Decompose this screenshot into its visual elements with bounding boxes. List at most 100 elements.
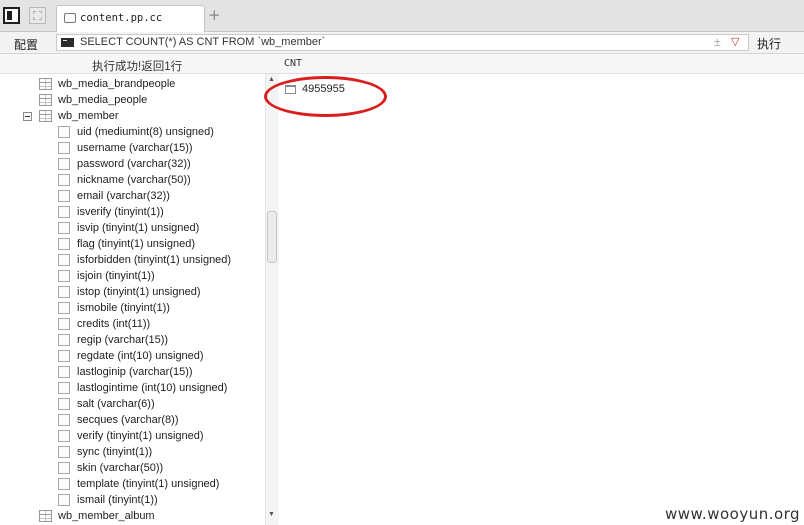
chevron-down-icon[interactable]: ▽ bbox=[731, 35, 739, 48]
highlight-ellipse bbox=[264, 76, 387, 117]
scroll-thumb[interactable] bbox=[267, 211, 277, 263]
tree-column-item[interactable]: uid (mediumint(8) unsigned) bbox=[0, 124, 265, 140]
status-row: 执行成功!返回1行 CNT bbox=[0, 54, 804, 74]
column-label: isjoin (tinyint(1)) bbox=[77, 270, 155, 282]
table-label: wb_media_people bbox=[58, 94, 148, 106]
table-label: wb_media_brandpeople bbox=[58, 78, 176, 90]
tree-column-item[interactable]: password (varchar(32)) bbox=[0, 156, 265, 172]
column-icon bbox=[58, 206, 70, 218]
column-label: flag (tinyint(1) unsigned) bbox=[77, 238, 196, 250]
tree-column-item[interactable]: isverify (tinyint(1)) bbox=[0, 204, 265, 220]
query-text[interactable]: SELECT COUNT(*) AS CNT FROM `wb_member` bbox=[80, 36, 325, 48]
tree-table-item[interactable]: wb_member_album bbox=[0, 508, 265, 524]
column-icon bbox=[58, 318, 70, 330]
collapse-icon[interactable] bbox=[23, 112, 32, 121]
column-icon bbox=[58, 430, 70, 442]
column-icon bbox=[58, 126, 70, 138]
pin-icon[interactable]: ± bbox=[714, 35, 721, 49]
terminal-icon bbox=[61, 38, 74, 47]
table-icon bbox=[39, 110, 52, 122]
watermark: www.wooyun.org bbox=[665, 505, 801, 523]
column-icon bbox=[58, 254, 70, 266]
tree-table-item[interactable]: wb_media_brandpeople bbox=[0, 76, 265, 92]
column-label: isverify (tinyint(1)) bbox=[77, 206, 164, 218]
column-icon bbox=[58, 142, 70, 154]
tree-column-item[interactable]: ismobile (tinyint(1)) bbox=[0, 300, 265, 316]
column-icon bbox=[58, 222, 70, 234]
tree-column-item[interactable]: credits (int(11)) bbox=[0, 316, 265, 332]
tree-column-item[interactable]: flag (tinyint(1) unsigned) bbox=[0, 236, 265, 252]
column-label: lastlogintime (int(10) unsigned) bbox=[77, 382, 228, 394]
table-icon bbox=[39, 78, 52, 90]
column-label: email (varchar(32)) bbox=[77, 190, 170, 202]
scroll-up-icon[interactable]: ▲ bbox=[268, 76, 275, 83]
column-icon bbox=[58, 286, 70, 298]
column-icon bbox=[58, 446, 70, 458]
column-label: salt (varchar(6)) bbox=[77, 398, 155, 410]
column-label: regdate (int(10) unsigned) bbox=[77, 350, 204, 362]
tree-column-item[interactable]: skin (varchar(50)) bbox=[0, 460, 265, 476]
tree-scrollbar[interactable]: ▲ ▼ bbox=[265, 74, 279, 525]
tree-column-item[interactable]: sync (tinyint(1)) bbox=[0, 444, 265, 460]
column-icon bbox=[58, 478, 70, 490]
add-tab-button[interactable]: + bbox=[208, 8, 221, 23]
tree-column-item[interactable]: salt (varchar(6)) bbox=[0, 396, 265, 412]
column-label: uid (mediumint(8) unsigned) bbox=[77, 126, 214, 138]
column-icon bbox=[58, 158, 70, 170]
tree-column-item[interactable]: email (varchar(32)) bbox=[0, 188, 265, 204]
tree-column-item[interactable]: regip (varchar(15)) bbox=[0, 332, 265, 348]
panel-toggle-icon[interactable] bbox=[3, 7, 20, 24]
tree-column-item[interactable]: isjoin (tinyint(1)) bbox=[0, 268, 265, 284]
tree-column-item[interactable]: secques (varchar(8)) bbox=[0, 412, 265, 428]
column-icon bbox=[58, 174, 70, 186]
tree-column-item[interactable]: ismail (tinyint(1)) bbox=[0, 492, 265, 508]
document-icon bbox=[64, 13, 76, 23]
column-label: template (tinyint(1) unsigned) bbox=[77, 478, 220, 490]
column-label: ismobile (tinyint(1)) bbox=[77, 302, 170, 314]
table-label: wb_member_album bbox=[58, 510, 155, 522]
tree-column-item[interactable]: isforbidden (tinyint(1) unsigned) bbox=[0, 252, 265, 268]
column-label: skin (varchar(50)) bbox=[77, 462, 164, 474]
tree-column-item[interactable]: istop (tinyint(1) unsigned) bbox=[0, 284, 265, 300]
column-label: nickname (varchar(50)) bbox=[77, 174, 191, 186]
column-icon bbox=[58, 334, 70, 346]
column-label: verify (tinyint(1) unsigned) bbox=[77, 430, 204, 442]
run-button[interactable]: 执行 bbox=[757, 35, 781, 52]
column-label: isvip (tinyint(1) unsigned) bbox=[77, 222, 200, 234]
query-input[interactable]: SELECT COUNT(*) AS CNT FROM `wb_member` … bbox=[56, 34, 749, 51]
tree-column-item[interactable]: lastlogintime (int(10) unsigned) bbox=[0, 380, 265, 396]
tree-table-item[interactable]: wb_media_people bbox=[0, 92, 265, 108]
screenshot-icon[interactable] bbox=[29, 7, 46, 24]
column-icon bbox=[58, 350, 70, 362]
table-label: wb_member bbox=[58, 110, 119, 122]
schema-tree: wb_media_brandpeople wb_media_people wb_… bbox=[0, 74, 265, 525]
column-label: password (varchar(32)) bbox=[77, 158, 191, 170]
config-button[interactable]: 配置 bbox=[14, 36, 38, 53]
tree-column-item[interactable]: regdate (int(10) unsigned) bbox=[0, 348, 265, 364]
column-icon bbox=[58, 398, 70, 410]
column-icon bbox=[58, 494, 70, 506]
tree-column-item[interactable]: verify (tinyint(1) unsigned) bbox=[0, 428, 265, 444]
column-label: ismail (tinyint(1)) bbox=[77, 494, 158, 506]
column-label: isforbidden (tinyint(1) unsigned) bbox=[77, 254, 232, 266]
scroll-down-icon[interactable]: ▼ bbox=[268, 511, 275, 518]
column-icon bbox=[58, 238, 70, 250]
tab-title: content.pp.cc bbox=[80, 12, 163, 24]
result-grid: 4955955 bbox=[264, 74, 804, 525]
tree-column-item[interactable]: isvip (tinyint(1) unsigned) bbox=[0, 220, 265, 236]
column-label: credits (int(11)) bbox=[77, 318, 151, 330]
status-message: 执行成功!返回1行 bbox=[92, 61, 183, 73]
tree-table-item-expanded[interactable]: wb_member bbox=[0, 108, 265, 124]
column-label: istop (tinyint(1) unsigned) bbox=[77, 286, 201, 298]
column-label: regip (varchar(15)) bbox=[77, 334, 169, 346]
tree-column-item[interactable]: username (varchar(15)) bbox=[0, 140, 265, 156]
tab-connection[interactable]: content.pp.cc bbox=[56, 5, 205, 32]
tree-column-item[interactable]: nickname (varchar(50)) bbox=[0, 172, 265, 188]
tree-column-item[interactable]: lastloginip (varchar(15)) bbox=[0, 364, 265, 380]
tab-bar: content.pp.cc + bbox=[0, 0, 804, 32]
tree-column-item[interactable]: template (tinyint(1) unsigned) bbox=[0, 476, 265, 492]
column-icon bbox=[58, 270, 70, 282]
column-icon bbox=[58, 462, 70, 474]
column-icon bbox=[58, 366, 70, 378]
column-header-cnt[interactable]: CNT bbox=[284, 58, 302, 69]
